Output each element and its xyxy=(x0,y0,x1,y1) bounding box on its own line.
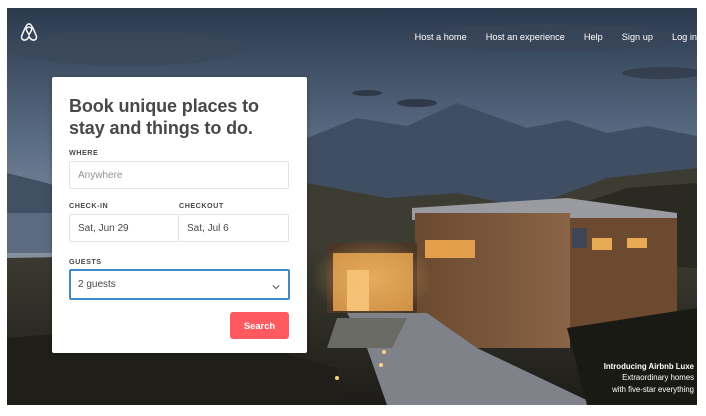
guests-select[interactable]: 2 guests xyxy=(69,269,290,300)
luxe-title: Introducing Airbnb Luxe xyxy=(603,361,694,371)
checkin-field[interactable]: Sat, Jun 29 xyxy=(69,214,179,242)
luxe-line1: Extraordinary homes xyxy=(622,373,694,382)
where-label: WHERE xyxy=(69,148,99,157)
nav-login[interactable]: Log in xyxy=(672,32,697,42)
nav-host-experience[interactable]: Host an experience xyxy=(486,32,565,42)
guests-value: 2 guests xyxy=(78,279,116,290)
luxe-promo[interactable]: Introducing Airbnb Luxe Extraordinary ho… xyxy=(604,361,694,396)
where-input[interactable]: Anywhere xyxy=(69,161,289,189)
search-card-title: Book unique places to stay and things to… xyxy=(69,96,259,138)
chevron-down-icon xyxy=(272,285,280,290)
top-nav: Host a home Host an experience Help Sign… xyxy=(415,32,697,42)
guests-label: GUESTS xyxy=(69,257,102,266)
hero-section: Host a home Host an experience Help Sign… xyxy=(7,8,697,405)
nav-host-home[interactable]: Host a home xyxy=(415,32,467,42)
checkin-label: CHECK-IN xyxy=(69,201,109,210)
search-card: Book unique places to stay and things to… xyxy=(52,77,307,353)
nav-help[interactable]: Help xyxy=(584,32,603,42)
search-button[interactable]: Search xyxy=(230,312,289,339)
luxe-line2: with five-star everything xyxy=(612,384,694,394)
checkout-field[interactable]: Sat, Jul 6 xyxy=(178,214,289,242)
checkout-label: CHECKOUT xyxy=(179,201,224,210)
nav-signup[interactable]: Sign up xyxy=(622,32,653,42)
airbnb-logo-icon[interactable] xyxy=(20,22,38,42)
